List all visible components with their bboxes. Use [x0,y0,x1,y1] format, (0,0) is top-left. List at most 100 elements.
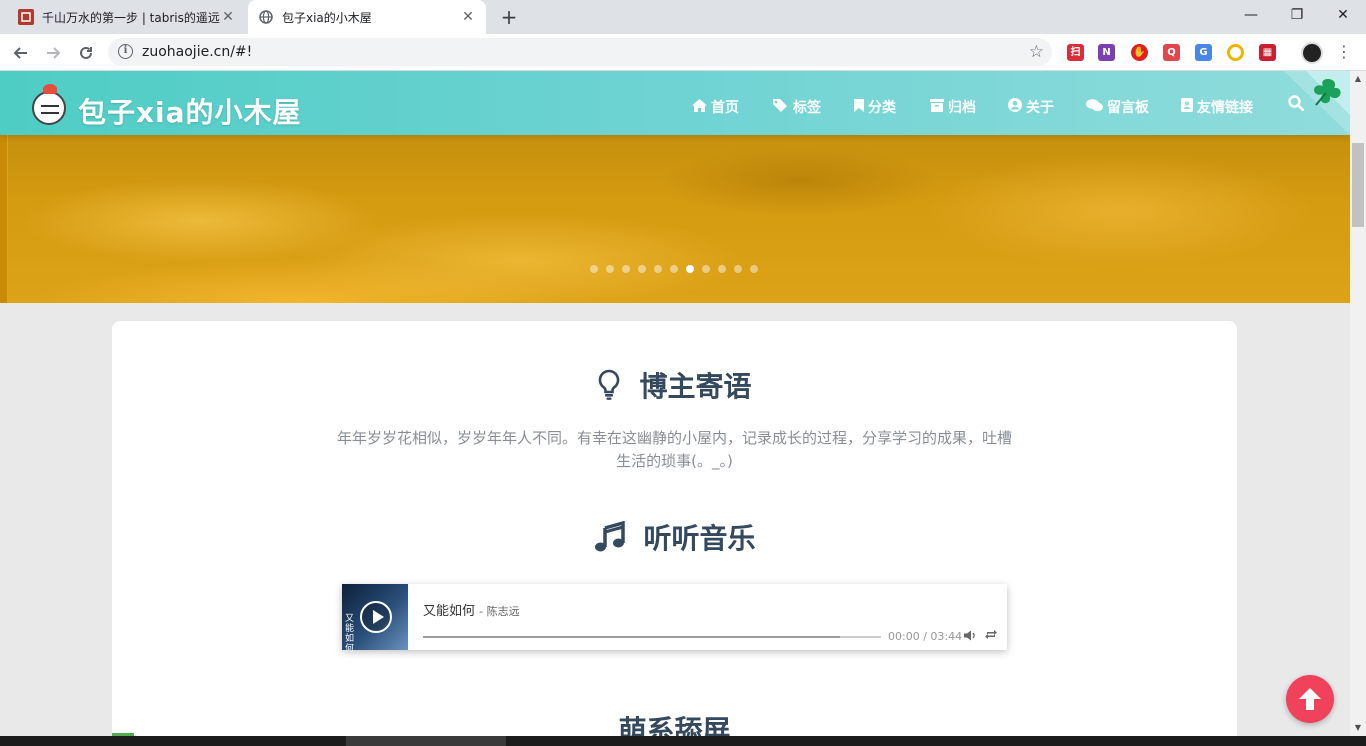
tab-title: 千山万水的第一步 | tabris的遥远 [42,10,220,25]
nav-archive[interactable]: 归档 [930,97,976,117]
address-book-icon [1181,98,1193,116]
carousel-dot[interactable] [702,265,710,273]
tab-title: 包子xia的小木屋 [282,10,372,25]
loop-icon[interactable] [985,629,997,643]
progress-fill [423,636,840,638]
lightbulb-icon [597,369,621,408]
chrome-circle-icon[interactable] [1227,44,1244,61]
back-to-top-button[interactable] [1286,675,1334,723]
site-favicon-icon [18,9,34,25]
translate-icon[interactable]: G [1195,44,1212,61]
carousel-dot[interactable] [750,265,758,273]
forward-button[interactable] [40,40,66,66]
adblock-icon[interactable]: ✋ [1131,44,1148,61]
nav-about[interactable]: 关于 [1008,97,1054,117]
carousel-dot[interactable] [670,265,678,273]
nav-friend-links[interactable]: 友情链接 [1181,97,1253,117]
ext-red-icon[interactable]: 扫 [1067,44,1084,61]
next-section-title: 萌系舔屏 [618,714,731,736]
song-artist: 陈志远 [486,605,520,618]
content-card: 博主寄语 年年岁岁花相似，岁岁年年人不同。有幸在这幽静的小屋内，记录成长的过程，… [112,321,1237,736]
motto-text: 年年岁岁花相似，岁岁年年人不同。有幸在这幽静的小屋内，记录成长的过程，分享学习的… [337,429,1013,470]
album-cover: 又能如何 [342,584,408,654]
tab-close-icon[interactable]: ✕ [220,9,236,25]
nav-label: 留言板 [1107,100,1149,116]
browser-menu-icon[interactable]: ⋮ [1336,42,1352,62]
os-taskbar [0,736,1366,746]
site-info-icon[interactable]: i [118,44,133,59]
taskbar-active-app[interactable] [346,736,506,746]
song-info: 又能如何 - 陈志远 [423,600,520,619]
reload-icon [80,46,92,59]
nav-label: 归档 [948,100,976,116]
clover-leaf-icon[interactable] [1312,77,1342,107]
nav-tags[interactable]: 标签 [773,97,821,117]
tags-icon [773,98,789,116]
carousel-dot[interactable] [718,265,726,273]
motto-heading: 博主寄语 [112,365,1237,408]
music-note-icon [593,520,626,560]
cover-text: 又能如何 [345,614,355,654]
arrow-left-icon [13,47,27,59]
address-url[interactable]: zuohaojie.cn/#! [142,44,252,60]
nav-label: 友情链接 [1197,100,1253,116]
page-viewport: 包子xia的小木屋 首页 标签 分类 归档 关于 留言板 友情链接 博主寄语 年… [0,71,1350,736]
new-tab-button[interactable]: + [498,7,520,29]
nav-label: 首页 [711,100,739,116]
nav-label: 关于 [1026,100,1054,116]
carousel-dot[interactable] [654,265,662,273]
music-player: 又能如何 又能如何 - 陈志远 00:00 / 03:44 [342,584,1007,654]
carousel-dots [590,265,758,273]
restore-button[interactable]: ❐ [1274,0,1320,30]
nav-guestbook[interactable]: 留言板 [1086,97,1149,117]
reload-button[interactable] [73,40,99,66]
bookmark-star-icon[interactable]: ☆ [1029,42,1044,62]
tab-close-icon[interactable]: ✕ [460,9,476,25]
scrollbar-thumb[interactable] [1352,143,1364,227]
arrow-up-icon [1299,688,1321,710]
bookmark-icon [854,98,864,116]
profile-avatar[interactable] [1301,42,1323,64]
browser-tab-1[interactable]: 千山万水的第一步 | tabris的遥远 ✕ [8,0,246,34]
play-button[interactable] [360,601,392,633]
user-circle-icon [1008,98,1022,116]
address-bar[interactable]: i zuohaojie.cn/#! ☆ [108,38,1052,66]
song-title: 又能如何 [423,604,476,619]
scroll-up-icon[interactable]: ▲ [1350,71,1366,87]
carousel-dot[interactable] [590,265,598,273]
browser-tab-2[interactable]: 包子xia的小木屋 ✕ [248,0,486,34]
home-icon [692,98,707,116]
carousel-dot[interactable] [686,265,694,273]
volume-icon[interactable] [964,630,976,644]
onenote-icon[interactable]: N [1098,44,1115,61]
minimize-button[interactable]: — [1228,0,1274,30]
site-title[interactable]: 包子xia的小木屋 [78,91,302,131]
search-ext-icon[interactable]: Q [1163,44,1180,61]
grid-ext-icon[interactable]: ▦ [1259,44,1276,61]
carousel-dot[interactable] [622,265,630,273]
carousel-dot[interactable] [734,265,742,273]
music-title: 听听音乐 [643,522,756,555]
back-button[interactable] [8,40,34,66]
archive-icon [930,98,944,116]
carousel-dot[interactable] [638,265,646,273]
player-time: 00:00 / 03:44 [888,630,963,643]
scroll-down-icon[interactable]: ▼ [1350,720,1366,736]
progress-bar[interactable] [423,636,881,638]
arrow-right-icon [47,47,61,59]
song-artist-separator: - [479,605,487,618]
page-scrollbar[interactable]: ▲ ▼ [1350,71,1366,736]
globe-icon [258,9,274,25]
nav-categories[interactable]: 分类 [854,97,896,117]
motto-title: 博主寄语 [639,370,752,403]
comments-icon [1086,98,1103,116]
logo-baozi-icon[interactable] [32,84,66,125]
carousel-dot[interactable] [606,265,614,273]
browser-toolbar: i zuohaojie.cn/#! ☆ 扫 N ✋ Q G ▦ ⋮ [0,34,1366,71]
nav-label: 分类 [868,100,896,116]
nav-home[interactable]: 首页 [692,97,739,117]
nav-label: 标签 [793,100,821,116]
site-header: 包子xia的小木屋 首页 标签 分类 归档 关于 留言板 友情链接 [0,71,1350,135]
music-heading: 听听音乐 [112,517,1237,560]
close-window-button[interactable]: ✕ [1320,0,1366,30]
